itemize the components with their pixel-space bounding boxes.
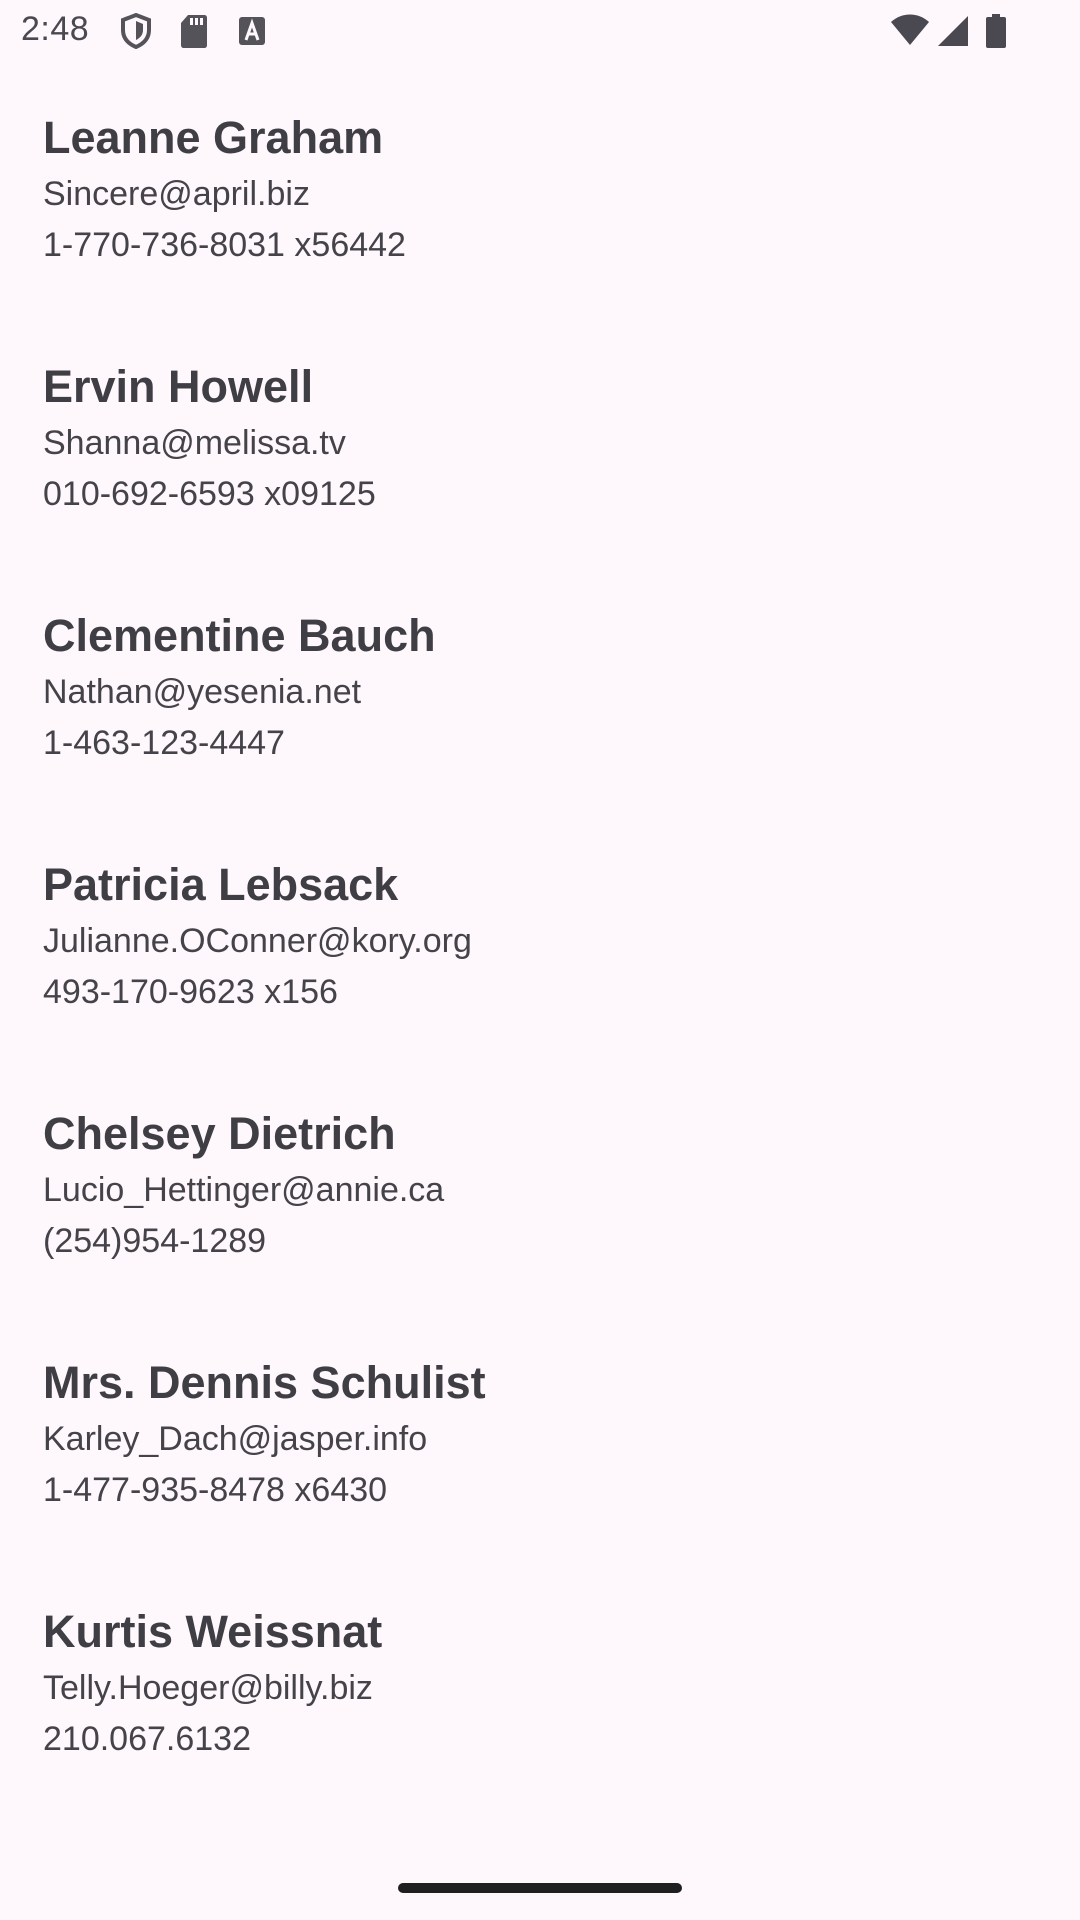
- contact-card[interactable]: Clementine Bauch Nathan@yesenia.net 1-46…: [0, 560, 1080, 809]
- contact-phone: 210.067.6132: [43, 1720, 251, 1758]
- contact-name: Clementine Bauch: [43, 610, 436, 661]
- contact-card[interactable]: Ervin Howell Shanna@melissa.tv 010-692-6…: [0, 311, 1080, 560]
- contact-phone: 1-477-935-8478 x6430: [43, 1471, 388, 1509]
- contact-email: Sincere@april.biz: [43, 175, 310, 213]
- contact-name: Kurtis Weissnat: [43, 1606, 383, 1657]
- contact-email: Karley_Dach@jasper.info: [43, 1420, 428, 1458]
- contact-card[interactable]: Kurtis Weissnat Telly.Hoeger@billy.biz 2…: [0, 1556, 1080, 1805]
- contact-email: Lucio_Hettinger@annie.ca: [43, 1171, 445, 1209]
- shield-icon: [120, 13, 152, 49]
- contact-email: Julianne.OConner@kory.org: [43, 922, 472, 960]
- contact-email: Shanna@melissa.tv: [43, 424, 346, 462]
- contact-email: Nathan@yesenia.net: [43, 673, 362, 711]
- home-indicator[interactable]: [398, 1883, 682, 1893]
- cell-signal-icon: [936, 13, 970, 49]
- contact-email: Telly.Hoeger@billy.biz: [43, 1669, 373, 1707]
- contact-card[interactable]: Chelsey Dietrich Lucio_Hettinger@annie.c…: [0, 1058, 1080, 1307]
- contact-phone: 1-770-736-8031 x56442: [43, 226, 406, 264]
- contact-name: Patricia Lebsack: [43, 859, 399, 910]
- contact-phone: (254)954-1289: [43, 1222, 267, 1260]
- contact-name: Leanne Graham: [43, 112, 384, 163]
- text-a-icon: [237, 13, 267, 49]
- contact-card[interactable]: Patricia Lebsack Julianne.OConner@kory.o…: [0, 809, 1080, 1058]
- contact-name: Mrs. Dennis Schulist: [43, 1357, 486, 1408]
- contact-name: Ervin Howell: [43, 361, 314, 412]
- contact-name: Chelsey Dietrich: [43, 1108, 396, 1159]
- wifi-icon: [890, 13, 930, 49]
- status-bar: 2:48: [0, 0, 1080, 62]
- contact-phone: 1-463-123-4447: [43, 724, 285, 762]
- contact-card[interactable]: Mrs. Dennis Schulist Karley_Dach@jasper.…: [0, 1307, 1080, 1556]
- contact-phone: 010-692-6593 x09125: [43, 475, 376, 513]
- battery-icon: [985, 13, 1007, 49]
- sd-card-icon: [180, 13, 208, 49]
- contact-list: Leanne Graham Sincere@april.biz 1-770-73…: [0, 62, 1080, 1805]
- contact-phone: 493-170-9623 x156: [43, 973, 338, 1011]
- contact-card[interactable]: Leanne Graham Sincere@april.biz 1-770-73…: [0, 62, 1080, 311]
- status-time: 2:48: [21, 10, 90, 48]
